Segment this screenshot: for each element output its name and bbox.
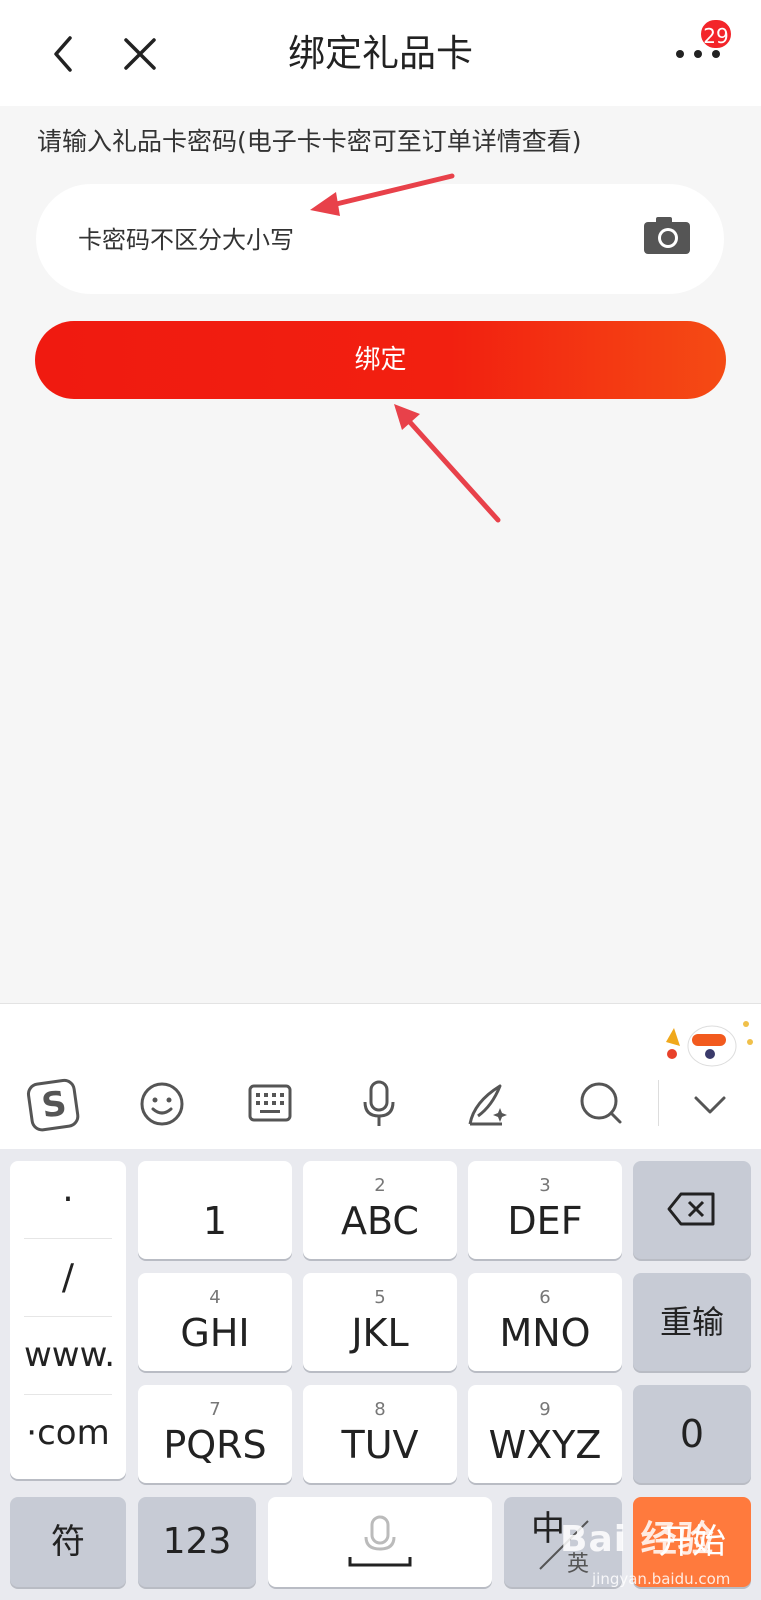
- key-number: 6: [539, 1287, 551, 1308]
- key-number: 2: [374, 1175, 386, 1196]
- key-label: 重输: [659, 1303, 724, 1341]
- symbol-key[interactable]: ·: [24, 1161, 112, 1239]
- space-voice-icon: [348, 1515, 412, 1567]
- key-4-ghi[interactable]: 4 GHI: [138, 1273, 292, 1371]
- bind-button[interactable]: 绑定: [35, 321, 726, 399]
- emoji-icon[interactable]: [132, 1074, 192, 1134]
- key-2-abc[interactable]: 2 ABC: [303, 1161, 457, 1259]
- backspace-key[interactable]: [633, 1161, 751, 1259]
- top-nav-bar: 绑定礼品卡 29: [0, 0, 761, 106]
- key-number: 5: [374, 1287, 386, 1308]
- baidu-watermark-url: jingyan.baidu.com: [592, 1570, 731, 1588]
- symbol-key[interactable]: ·com: [24, 1395, 112, 1472]
- key-label: MNO: [499, 1311, 591, 1355]
- handwriting-icon[interactable]: [456, 1074, 516, 1134]
- sogou-logo-icon[interactable]: S: [24, 1074, 84, 1134]
- notification-badge: 29: [699, 18, 733, 50]
- symbol-key[interactable]: /: [24, 1239, 112, 1317]
- key-label: ABC: [341, 1199, 419, 1243]
- key-1[interactable]: 1: [138, 1161, 292, 1259]
- card-password-field[interactable]: [36, 184, 724, 294]
- key-7-pqrs[interactable]: 7 PQRS: [138, 1385, 292, 1483]
- chevron-down-icon[interactable]: [680, 1074, 740, 1134]
- key-8-tuv[interactable]: 8 TUV: [303, 1385, 457, 1483]
- baidu-watermark: Bai 经验: [560, 1519, 715, 1560]
- symbol-mode-key[interactable]: 符: [10, 1497, 126, 1587]
- key-5-jkl[interactable]: 5 JKL: [303, 1273, 457, 1371]
- symbol-column: · / www. ·com: [10, 1161, 126, 1479]
- key-number: 8: [374, 1399, 386, 1420]
- annotation-arrow-button: [394, 404, 501, 523]
- key-label: TUV: [341, 1423, 419, 1467]
- keyboard-icon[interactable]: [240, 1074, 300, 1134]
- page-title: 绑定礼品卡: [288, 32, 473, 75]
- key-6-mno[interactable]: 6 MNO: [468, 1273, 622, 1371]
- reenter-key[interactable]: 重输: [633, 1273, 751, 1371]
- key-9-wxyz[interactable]: 9 WXYZ: [468, 1385, 622, 1483]
- key-label: 1: [202, 1199, 228, 1243]
- mascot-sticker-icon: [666, 1021, 753, 1067]
- backspace-icon: [667, 1192, 715, 1226]
- card-password-input[interactable]: [76, 212, 640, 268]
- key-label: WXYZ: [488, 1423, 602, 1467]
- password-hint-text: 请输入礼品卡密码(电子卡卡密可至订单详情查看): [37, 127, 582, 156]
- microphone-icon[interactable]: [349, 1074, 409, 1134]
- key-number: 7: [209, 1399, 221, 1420]
- key-number: 9: [539, 1399, 551, 1420]
- search-icon[interactable]: [572, 1074, 632, 1134]
- toolbar-divider: [658, 1080, 659, 1126]
- key-label: GHI: [180, 1311, 250, 1355]
- key-label: DEF: [507, 1199, 583, 1243]
- key-number: 4: [209, 1287, 221, 1308]
- key-label: 123: [162, 1521, 232, 1562]
- key-label: 0: [679, 1412, 705, 1456]
- symbol-key[interactable]: www.: [24, 1317, 115, 1395]
- camera-scan-icon[interactable]: [642, 214, 692, 256]
- space-key[interactable]: [268, 1497, 492, 1587]
- key-number: 3: [539, 1175, 551, 1196]
- number-mode-key[interactable]: 123: [138, 1497, 256, 1587]
- key-3-def[interactable]: 3 DEF: [468, 1161, 622, 1259]
- keyboard-toolbar: S: [0, 1003, 761, 1150]
- key-0[interactable]: 0: [633, 1385, 751, 1483]
- key-label: PQRS: [163, 1423, 267, 1467]
- key-label: JKL: [351, 1311, 409, 1355]
- key-label: 符: [51, 1522, 85, 1562]
